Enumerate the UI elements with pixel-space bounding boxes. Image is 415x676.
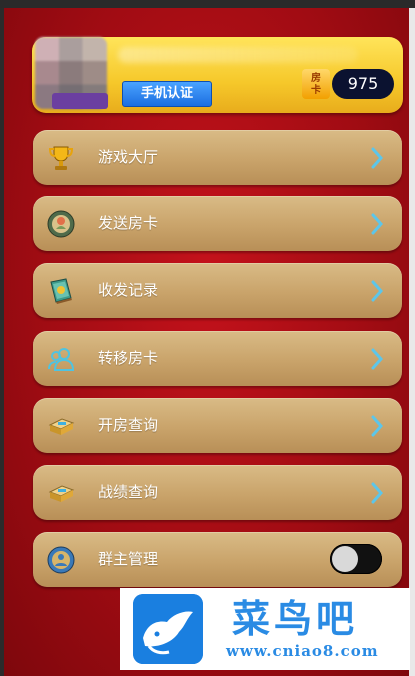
menu-item-group-admin: 群主管理	[33, 532, 402, 587]
room-card-label: 房 卡	[311, 73, 321, 96]
chevron-right-icon	[371, 147, 384, 169]
menu-label: 开房查询	[98, 416, 159, 434]
menu-item-send-card[interactable]: 发送房卡	[33, 196, 402, 251]
menu-label: 游戏大厅	[98, 148, 159, 166]
bird-logo-icon	[133, 594, 203, 664]
top-status-bar	[0, 0, 415, 8]
menu-label: 群主管理	[98, 550, 159, 568]
phone-verify-button[interactable]: 手机认证	[122, 81, 212, 107]
menu-item-score-query[interactable]: 战绩查询	[33, 465, 402, 520]
menu-label: 发送房卡	[98, 214, 159, 232]
room-card-icon: 房 卡	[302, 69, 330, 99]
chevron-right-icon	[371, 213, 384, 235]
score-query-icon	[48, 485, 75, 502]
trophy-icon	[48, 146, 74, 170]
watermark-title: 菜鸟吧	[232, 596, 359, 641]
record-book-icon	[50, 278, 72, 304]
menu-item-transfer-card[interactable]: 转移房卡	[33, 331, 402, 386]
left-edge	[0, 8, 4, 676]
watermark: 菜鸟吧 www.cniao8.com	[120, 588, 410, 670]
menu-label: 战绩查询	[98, 483, 159, 501]
user-header-card: 手机认证 房 卡 975	[32, 37, 403, 113]
chevron-right-icon	[371, 348, 384, 370]
chevron-right-icon	[371, 280, 384, 302]
menu-label: 收发记录	[98, 281, 159, 299]
group-admin-icon	[47, 546, 75, 574]
menu-item-game-hall[interactable]: 游戏大厅	[33, 130, 402, 185]
room-query-icon	[48, 418, 75, 435]
menu-item-room-query[interactable]: 开房查询	[33, 398, 402, 453]
right-edge	[409, 8, 415, 676]
toggle-knob[interactable]	[332, 546, 358, 572]
user-name-blurred	[118, 47, 358, 63]
group-admin-toggle[interactable]	[330, 544, 382, 574]
menu-item-send-receive-records[interactable]: 收发记录	[33, 263, 402, 318]
chevron-right-icon	[371, 482, 384, 504]
user-level-badge	[52, 93, 108, 109]
send-card-icon	[47, 210, 75, 238]
chevron-right-icon	[371, 415, 384, 437]
menu-label: 转移房卡	[98, 349, 159, 367]
users-transfer-icon	[48, 348, 75, 371]
room-card-count: 975	[332, 69, 394, 99]
watermark-url: www.cniao8.com	[226, 642, 379, 660]
